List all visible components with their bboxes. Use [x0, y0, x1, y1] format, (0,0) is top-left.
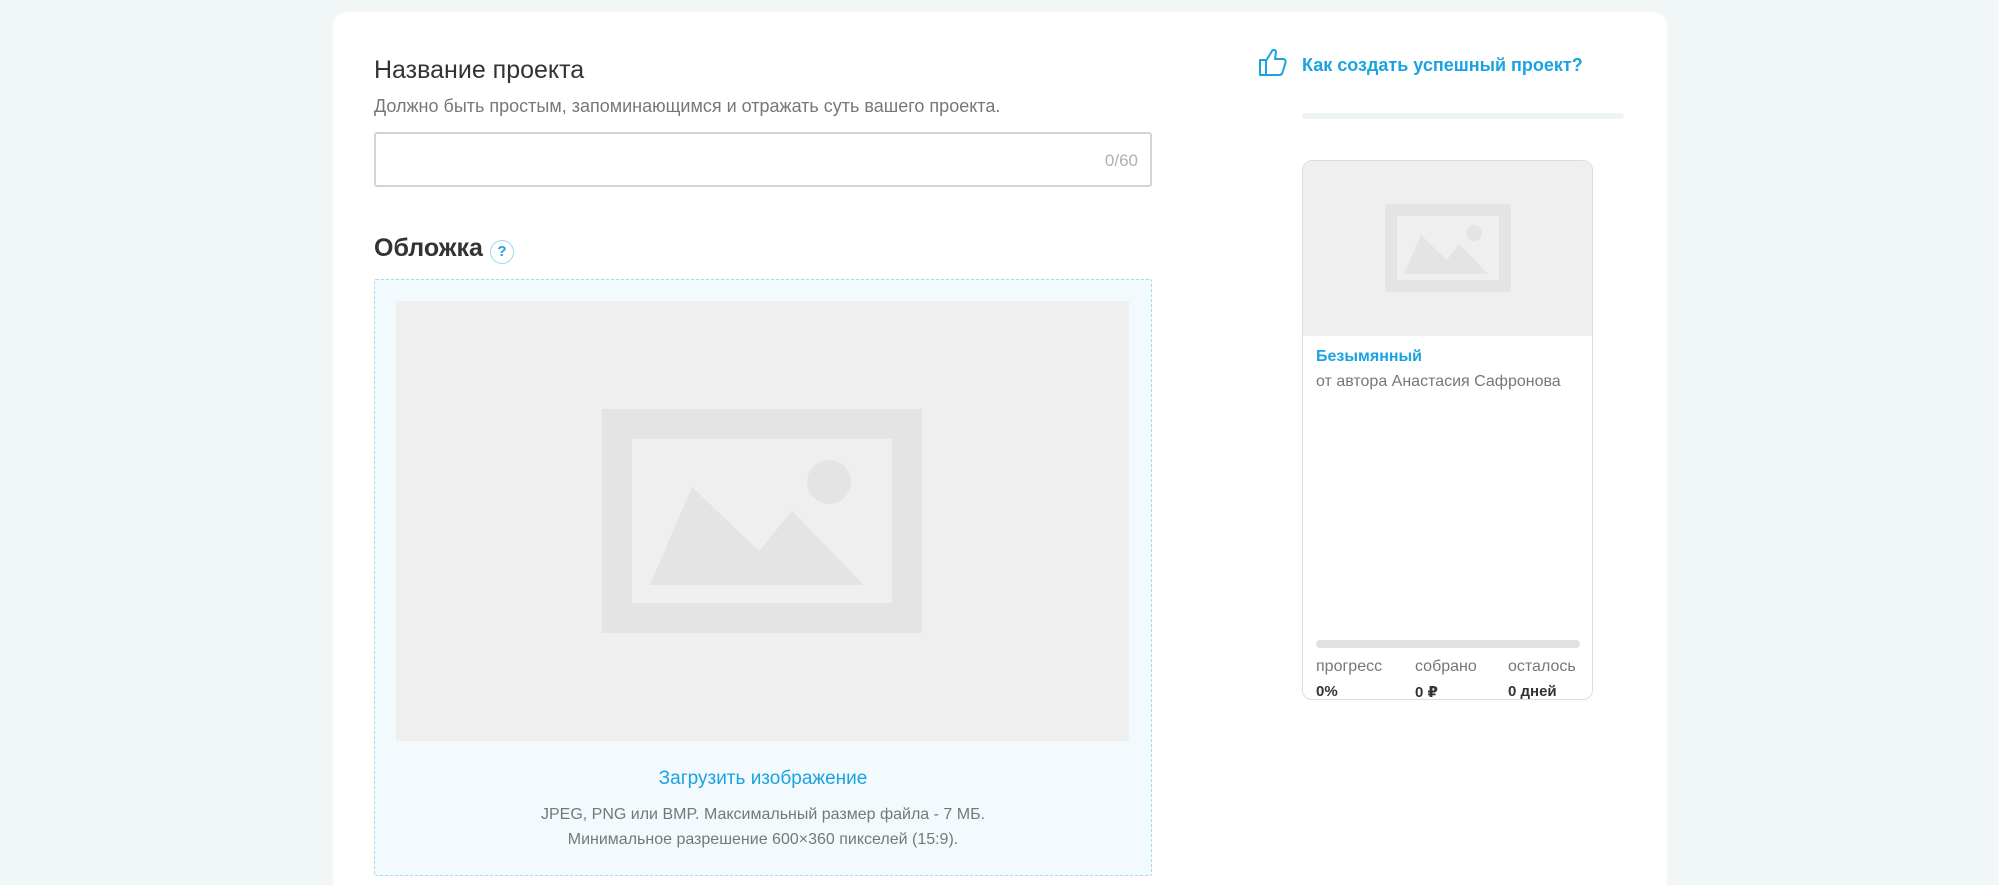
success-tips-link[interactable]: Как создать успешный проект?: [1302, 55, 1583, 76]
project-preview-card: Безымянный от автора Анастасия Сафронова…: [1302, 160, 1593, 700]
stat-label-progress: прогресс: [1316, 658, 1383, 675]
card-author: от автора Анастасия Сафронова: [1316, 373, 1561, 390]
project-name-input[interactable]: [376, 134, 1150, 185]
card-project-name[interactable]: Безымянный: [1316, 348, 1422, 366]
image-placeholder-icon: [1385, 204, 1511, 292]
thumbs-up-icon[interactable]: [1257, 46, 1289, 78]
stat-label-collected: собрано: [1415, 658, 1477, 675]
upload-image-link[interactable]: Загрузить изображение: [375, 768, 1151, 790]
cover-preview: [396, 301, 1129, 741]
stat-value-progress: 0%: [1316, 683, 1338, 700]
project-name-hint: Должно быть простым, запоминающимся и от…: [374, 96, 1001, 116]
upload-resolution-note: Минимальное разрешение 600×360 пикселей …: [567, 831, 959, 848]
cover-dropzone[interactable]: Загрузить изображение JPEG, PNG или BMP.…: [374, 279, 1152, 876]
project-name-field[interactable]: 0/60: [374, 132, 1152, 187]
image-placeholder-icon: [602, 409, 922, 633]
char-counter: 0/60: [1104, 151, 1138, 170]
cover-title: Обложка: [374, 234, 483, 262]
stat-value-collected: 0 ₽: [1415, 684, 1438, 700]
progress-bar: [1316, 640, 1580, 648]
divider: [1302, 113, 1624, 119]
project-name-title: Название проекта: [374, 56, 585, 84]
main-card: Название проекта Должно быть простым, за…: [333, 12, 1667, 885]
stat-value-remaining: 0 дней: [1508, 683, 1557, 700]
upload-format-note: JPEG, PNG или BMP. Максимальный размер ф…: [540, 806, 986, 823]
help-icon[interactable]: ?: [490, 240, 514, 264]
stat-label-remaining: осталось: [1508, 658, 1576, 675]
card-cover: [1303, 161, 1592, 336]
